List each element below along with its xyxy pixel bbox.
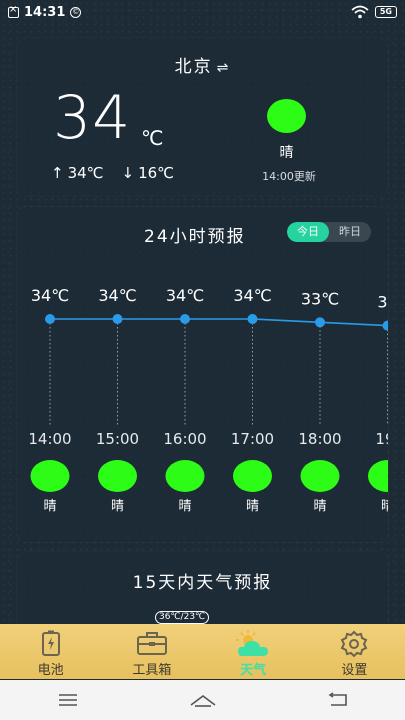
- current-condition: 晴: [279, 145, 294, 161]
- hourly-temp-point: [247, 314, 258, 324]
- city-name: 北京: [174, 57, 213, 77]
- tab-label: 工具箱: [132, 663, 172, 678]
- daily-title: 15天内天气预报: [132, 573, 273, 593]
- hourly-temp-label: 34℃: [233, 286, 271, 305]
- menu-icon: [58, 694, 77, 706]
- hourly-condition-label: 晴: [246, 499, 259, 514]
- menu-button[interactable]: [53, 690, 83, 710]
- switch-arrows-icon[interactable]: ⇌: [217, 60, 231, 76]
- update-time: 14:00更新: [262, 170, 316, 183]
- home-button[interactable]: [188, 690, 218, 710]
- system-nav-bar: [0, 680, 405, 720]
- sunny-icon: [233, 460, 272, 492]
- hourly-time-label: 18:00: [298, 430, 341, 448]
- current-weather-card: 北京 ⇌ 34 ℃ ↑ 34℃ ↓ 16℃ 晴 14:00更新: [17, 38, 388, 195]
- hourly-time-label: 15:00: [96, 430, 139, 448]
- toolbox-icon: [136, 632, 167, 655]
- sunny-icon: [267, 99, 306, 133]
- battery-icon: [41, 630, 60, 656]
- back-icon: [328, 692, 347, 706]
- sync-icon: ©: [70, 6, 82, 18]
- status-bar: 14:31 © 5G: [0, 0, 405, 24]
- tab-battery[interactable]: 电池: [0, 624, 101, 679]
- temp-low: 16℃: [138, 164, 175, 182]
- wifi-icon: [351, 5, 369, 19]
- hourly-temp-label: 34℃: [98, 286, 136, 305]
- temperature-unit: ℃: [141, 126, 164, 150]
- hourly-temp-point: [112, 314, 123, 324]
- sunny-icon: [98, 460, 137, 492]
- sunny-icon: [300, 460, 340, 492]
- current-temperature: 34: [53, 83, 132, 153]
- hourly-time-label: 17:00: [231, 430, 274, 448]
- tab-label: 天气: [240, 663, 267, 678]
- tab-settings[interactable]: 设置: [304, 624, 405, 679]
- daily-range-badge: 36℃/23℃: [155, 611, 210, 624]
- hourly-temp-line: [50, 318, 388, 327]
- hourly-forecast-card: 24小时预报 今日 昨日 34℃ 14:00 晴 34℃ 15:00 晴 34℃ 16:00 晴…: [17, 207, 388, 542]
- hourly-condition-label: 晴: [313, 499, 326, 514]
- hourly-chart[interactable]: 34℃ 14:00 晴 34℃ 15:00 晴 34℃ 16:00 晴 34℃ 17:00 晴 33℃ 1…: [17, 207, 388, 542]
- network-badge: 5G: [374, 6, 397, 18]
- hourly-time-label: 19:: [375, 430, 388, 448]
- city-selector[interactable]: 北京 ⇌: [17, 52, 388, 77]
- hourly-condition-label: 晴: [178, 499, 191, 514]
- temp-high: 34℃: [67, 164, 104, 182]
- status-time: 14:31: [24, 4, 66, 20]
- sunny-icon: [368, 460, 388, 492]
- hourly-time-label: 14:00: [28, 430, 71, 448]
- tab-label: 电池: [37, 663, 64, 678]
- tab-label: 设置: [341, 663, 368, 678]
- weather-icon: [236, 630, 269, 656]
- bottom-tab-bar: 电池 工具箱 天气 设置: [0, 624, 405, 679]
- tab-toolbox[interactable]: 工具箱: [101, 624, 202, 679]
- back-button[interactable]: [323, 690, 353, 710]
- home-icon: [190, 695, 215, 707]
- hourly-temp-label: 32: [377, 293, 388, 312]
- hourly-temp-point: [382, 320, 388, 331]
- arrow-down-icon: ↓: [121, 164, 135, 182]
- hourly-temp-point: [180, 314, 190, 324]
- hourly-temp-label: 34℃: [31, 286, 69, 305]
- hourly-condition-label: 晴: [381, 499, 388, 514]
- notification-app-icon: [8, 3, 19, 18]
- hourly-temp-point: [45, 314, 55, 324]
- sunny-icon: [165, 460, 205, 492]
- hourly-temp-label: 33℃: [301, 289, 339, 308]
- temperature-range: ↑ 34℃ ↓ 16℃: [51, 164, 174, 182]
- hourly-time-label: 16:00: [163, 430, 206, 448]
- hourly-condition-label: 晴: [111, 499, 124, 514]
- sunny-icon: [30, 460, 70, 492]
- arrow-up-icon: ↑: [51, 164, 64, 182]
- hourly-temp-label: 34℃: [166, 286, 204, 305]
- hourly-condition-label: 晴: [43, 499, 56, 514]
- settings-icon: [341, 630, 368, 658]
- tab-weather[interactable]: 天气: [203, 624, 304, 679]
- hourly-temp-point: [315, 317, 325, 328]
